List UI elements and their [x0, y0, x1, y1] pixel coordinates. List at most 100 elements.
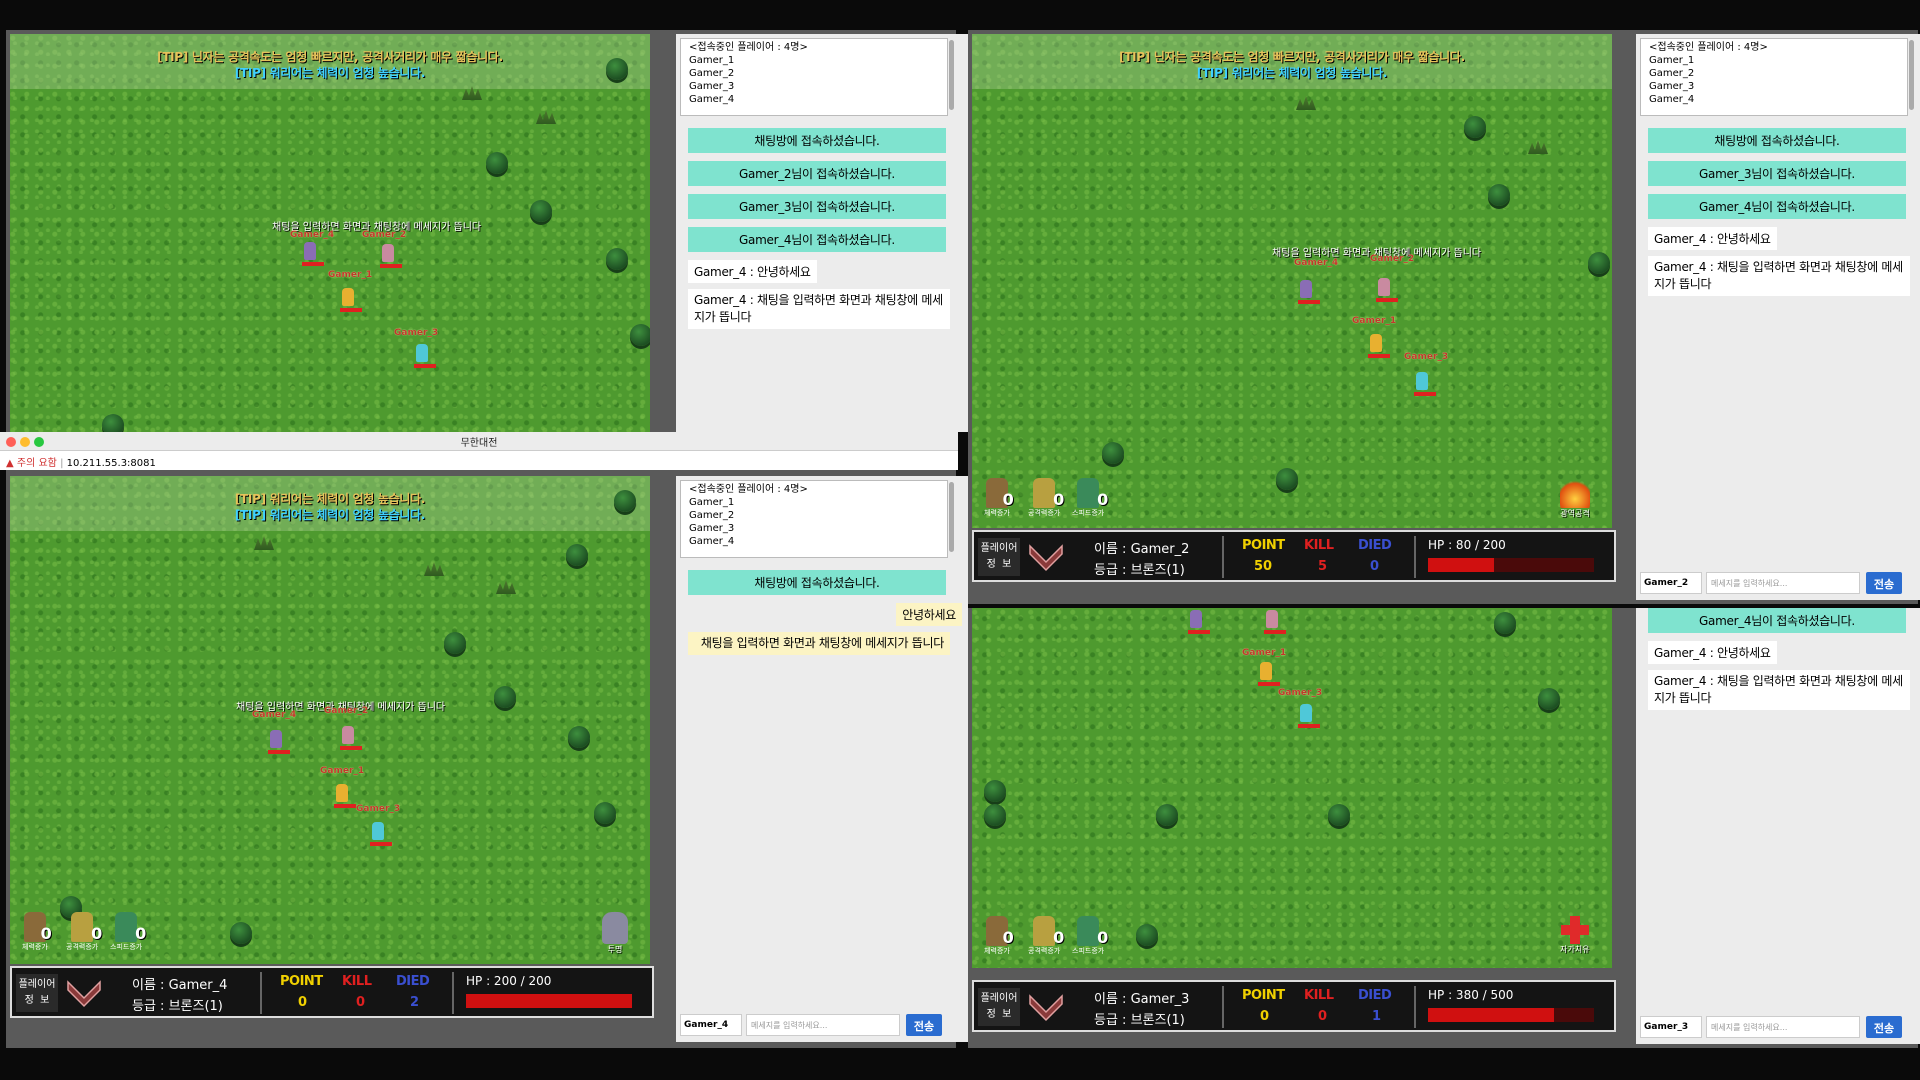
chat-input-bar: Gamer_2 메세지를 입력하세요... 전송 [1640, 568, 1920, 596]
chat-message-input[interactable]: 메세지를 입력하세요... [1706, 572, 1860, 594]
system-message: Gamer_3님이 접속하셨습니다. [688, 194, 946, 219]
hp-bar [466, 994, 632, 1008]
send-button[interactable]: 전송 [906, 1014, 942, 1036]
game-canvas[interactable]: Gamer_1 Gamer_3 0 체력증가 0 공격력증가 0 스피드증가 자가치유 [972, 608, 1612, 968]
player-list-item: Gamer_4 [689, 94, 735, 105]
hp-up-item[interactable]: 0 체력증가 [984, 478, 1014, 518]
bush [1296, 96, 1316, 110]
atk-up-icon [1033, 478, 1056, 508]
tree [568, 726, 590, 748]
kill-header: KILL [342, 974, 372, 989]
system-message: 채팅방에 접속하셨습니다. [688, 570, 946, 595]
tip-2: [TIP] 워리어는 체력이 엄청 높습니다. [1196, 66, 1388, 80]
hp-label: HP : 80 / 200 [1428, 538, 1506, 552]
player-sprite [1376, 278, 1398, 302]
spd-up-item[interactable]: 0 스피드증가 [1072, 478, 1108, 518]
tree [444, 632, 466, 654]
player-list-item: Gamer_3 [689, 523, 735, 534]
tree [486, 152, 508, 174]
tree [984, 780, 1006, 802]
player-grade-label: 등급 : 브론즈(1) [1094, 563, 1185, 578]
tree [1488, 184, 1510, 206]
point-value: 0 [298, 995, 308, 1010]
atk-up-label: 공격력증가 [1028, 509, 1061, 517]
system-message: Gamer_4님이 접속하셨습니다. [1648, 608, 1906, 633]
player-list-item: Gamer_4 [689, 536, 735, 547]
bush [1528, 140, 1548, 154]
stealth-skill[interactable]: 투명 [602, 912, 628, 955]
game-canvas[interactable]: [TIP] 닌자는 공격속도는 엄청 빠르지만, 공격사거리가 매우 짧습니다.… [10, 34, 650, 432]
system-message: 채팅방에 접속하셨습니다. [688, 128, 946, 153]
hp-label: HP : 200 / 200 [466, 974, 552, 988]
atk-up-icon [1033, 916, 1056, 946]
hp-up-item[interactable]: 0 체력증가 [22, 912, 52, 952]
spd-up-icon [115, 912, 138, 942]
atk-up-item[interactable]: 0 공격력증가 [66, 912, 102, 952]
tree [606, 58, 628, 80]
hp-up-item[interactable]: 0 체력증가 [984, 916, 1014, 956]
player-status: 플레이어 정 보 이름 : Gamer_4 등급 : 브론즈(1) POINT K… [10, 966, 654, 1018]
browser-window-bar: 무한대전 ▲ 주의 요함 | 10.211.55.3:8081 [0, 432, 958, 470]
hp-up-label: 체력증가 [984, 509, 1010, 517]
spd-up-count: 0 [1097, 928, 1109, 947]
chat-messages: 채팅방에 접속하셨습니다. Gamer_2님이 접속하셨습니다. Gamer_3… [682, 124, 962, 335]
send-button[interactable]: 전송 [1866, 1016, 1902, 1038]
tree [984, 804, 1006, 826]
bronze-rank-icon [1029, 994, 1063, 1022]
bush [254, 536, 274, 550]
kill-header: KILL [1304, 538, 1334, 553]
player-grade-label: 등급 : 브론즈(1) [1094, 1013, 1185, 1028]
info-label: 플레이어 정 보 [978, 988, 1020, 1026]
tree [1156, 804, 1178, 826]
spd-up-item[interactable]: 0 스피드증가 [1072, 916, 1108, 956]
chat-input-bar: Gamer_3 메세지를 입력하세요... 전송 [1640, 1012, 1920, 1040]
scrollbar[interactable] [949, 482, 954, 552]
tree [1102, 442, 1124, 464]
atk-up-label: 공격력증가 [66, 943, 99, 951]
divider [1414, 536, 1416, 578]
player-list: <접속중인 플레이어 : 4명> Gamer_1 Gamer_2 Gamer_3… [680, 480, 948, 558]
user-message: Gamer_4 : 채팅을 입력하면 화면과 채팅창에 메세지가 뜹니다 [1648, 670, 1910, 710]
died-value: 1 [1372, 1009, 1382, 1024]
spd-up-icon [1077, 478, 1100, 508]
chat-message-input[interactable]: 메세지를 입력하세요... [746, 1014, 900, 1036]
player-name-label: 이름 : Gamer_3 [1094, 992, 1190, 1007]
info-label: 플레이어 정 보 [978, 538, 1020, 576]
system-message: Gamer_3님이 접속하셨습니다. [1648, 161, 1906, 186]
tree [566, 544, 588, 566]
scrollbar[interactable] [1909, 40, 1914, 110]
player-name: Gamer_4 [252, 710, 297, 720]
tree [1464, 116, 1486, 138]
chat-panel: <접속중인 플레이어 : 4명> Gamer_1 Gamer_2 Gamer_3… [676, 34, 968, 432]
player-sprite [1188, 610, 1210, 634]
atk-up-item[interactable]: 0 공격력증가 [1028, 916, 1064, 956]
point-value: 50 [1254, 559, 1273, 574]
tree [1276, 468, 1298, 490]
security-warning: 주의 요함 [16, 458, 57, 469]
bush [496, 580, 516, 594]
atk-up-item[interactable]: 0 공격력증가 [1028, 478, 1064, 518]
chat-message-input[interactable]: 메세지를 입력하세요... [1706, 1016, 1860, 1038]
address-bar[interactable]: ▲ 주의 요함 | 10.211.55.3:8081 [0, 450, 958, 470]
player-sprite [334, 784, 356, 808]
area-attack-skill[interactable]: 광역공격 [1560, 478, 1590, 519]
hp-bar [1428, 1008, 1594, 1022]
divider [1414, 986, 1416, 1028]
send-button[interactable]: 전송 [1866, 572, 1902, 594]
screen: { "tips":{"tip1":"[TIP] 닌자는 공격속도는 엄청 빠르지… [0, 0, 1920, 1080]
chat-panel: Gamer_4님이 접속하셨습니다. Gamer_4 : 안녕하세요 Gamer… [1636, 608, 1920, 1044]
spd-up-item[interactable]: 0 스피드증가 [110, 912, 146, 952]
player-list-item: Gamer_4 [1649, 94, 1695, 105]
hp-up-label: 체력증가 [984, 947, 1010, 955]
player-list-header: <접속중인 플레이어 : 4명> [689, 42, 808, 53]
tree [1494, 612, 1516, 634]
scrollbar[interactable] [949, 40, 954, 110]
player-sprite [1298, 280, 1320, 304]
player-name: Gamer_3 [1278, 688, 1323, 698]
game-canvas[interactable]: [TIP] 닌자는 공격속도는 엄청 빠르지만, 공격사거리가 매우 짧습니다.… [972, 34, 1612, 528]
bronze-rank-icon [67, 980, 101, 1008]
atk-up-count: 0 [91, 924, 103, 943]
game-canvas[interactable]: [TIP] 워리어는 체력이 엄청 높습니다. [TIP] 워리어는 체력이 엄… [10, 476, 650, 964]
self-heal-skill[interactable]: 자가치유 [1560, 916, 1589, 955]
player-list-item: Gamer_1 [689, 497, 735, 508]
